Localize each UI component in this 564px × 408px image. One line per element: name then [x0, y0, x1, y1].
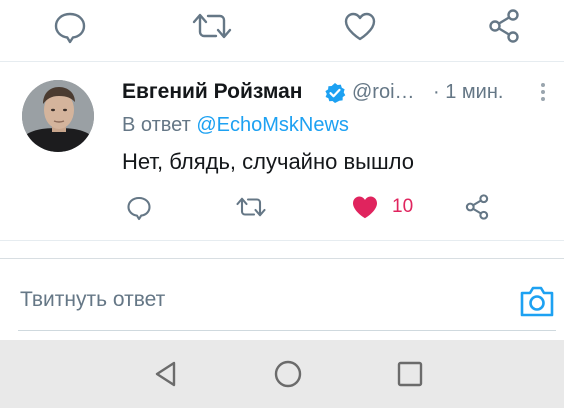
recents-icon[interactable]	[394, 358, 426, 390]
retweet-icon[interactable]	[190, 6, 234, 46]
reply-input[interactable]	[20, 285, 500, 315]
share-icon[interactable]	[484, 6, 524, 46]
tweet-time: · 1 мин.	[433, 81, 504, 103]
share-icon[interactable]	[462, 192, 492, 222]
more-menu-icon[interactable]	[538, 80, 548, 104]
previous-tweet-actions	[0, 0, 564, 60]
divider	[0, 240, 564, 241]
author-name[interactable]: Евгений Ройзман	[122, 80, 302, 104]
tweet-text: Нет, блядь, случайно вышло	[122, 149, 414, 174]
like-icon[interactable]	[340, 6, 380, 46]
verified-badge-icon	[324, 82, 346, 104]
author-handle[interactable]: @roi…	[352, 81, 415, 104]
back-icon[interactable]	[150, 358, 182, 390]
reply-to-mention[interactable]: @EchoMskNews	[196, 114, 349, 136]
android-nav-bar	[0, 340, 564, 408]
composer-underline	[18, 330, 556, 331]
reply-icon[interactable]	[124, 192, 154, 222]
home-icon[interactable]	[272, 358, 304, 390]
liked-heart-icon[interactable]	[350, 192, 380, 222]
avatar[interactable]	[22, 80, 94, 152]
reply-to-prefix: В ответ	[122, 114, 191, 136]
divider	[0, 258, 564, 259]
reply-to-line: В ответ @EchoMskNews	[122, 114, 349, 137]
like-count: 10	[392, 196, 414, 217]
camera-icon[interactable]	[518, 283, 556, 319]
reply-icon[interactable]	[50, 6, 90, 46]
divider	[0, 61, 564, 62]
tweet-actions: 10	[0, 190, 564, 226]
retweet-icon[interactable]	[234, 192, 268, 222]
